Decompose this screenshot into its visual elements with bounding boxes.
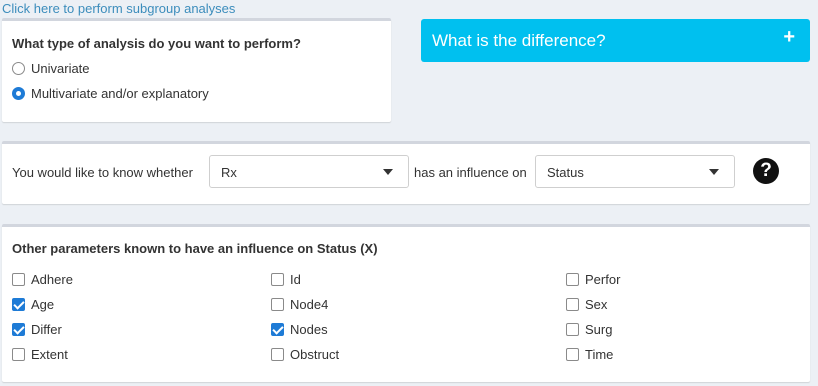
subgroup-analyses-link[interactable]: Click here to perform subgroup analyses <box>2 1 235 16</box>
checkbox-label: Surg <box>585 322 613 337</box>
analysis-type-title: What type of analysis do you want to per… <box>12 36 301 51</box>
exposure-select-value: Rx <box>221 165 237 180</box>
checkbox-node4[interactable]: Node4 <box>271 297 328 312</box>
analysis-type-box: What type of analysis do you want to per… <box>2 18 391 122</box>
checkbox-label: Sex <box>585 297 608 312</box>
chevron-down-icon <box>709 169 719 175</box>
checkbox-age-box[interactable] <box>12 298 25 311</box>
question-middle: has an influence on <box>414 165 527 180</box>
checkbox-label: Extent <box>31 347 68 362</box>
checkbox-extent-box[interactable] <box>12 348 25 361</box>
difference-panel-header[interactable]: What is the difference? + <box>421 19 810 62</box>
checkbox-age[interactable]: Age <box>12 297 54 312</box>
checkbox-label: Obstruct <box>290 347 340 362</box>
checkbox-adhere-box[interactable] <box>12 273 25 286</box>
checkbox-label: Id <box>290 272 301 287</box>
checkbox-label: Age <box>31 297 55 312</box>
checkbox-perfor[interactable]: Perfor <box>566 272 620 287</box>
radio-univariate-label: Univariate <box>31 61 90 76</box>
expand-plus-icon[interactable]: + <box>783 27 795 47</box>
checkbox-differ-box[interactable] <box>12 323 25 336</box>
parameters-box: Other parameters known to have an influe… <box>2 224 810 382</box>
radio-multivariate-control[interactable] <box>12 87 25 100</box>
checkbox-obstruct-box[interactable] <box>271 348 284 361</box>
checkbox-nodes[interactable]: Nodes <box>271 322 328 337</box>
checkbox-time[interactable]: Time <box>566 347 613 362</box>
checkbox-differ[interactable]: Differ <box>12 322 62 337</box>
checkbox-surg[interactable]: Surg <box>566 322 612 337</box>
checkbox-node4-box[interactable] <box>271 298 284 311</box>
difference-panel-title: What is the difference? <box>432 31 606 50</box>
checkbox-label: Differ <box>31 322 62 337</box>
checkbox-time-box[interactable] <box>566 348 579 361</box>
radio-univariate[interactable]: Univariate <box>12 61 90 76</box>
radio-multivariate[interactable]: Multivariate and/or explanatory <box>12 86 209 101</box>
checkbox-id[interactable]: Id <box>271 272 301 287</box>
checkbox-obstruct[interactable]: Obstruct <box>271 347 339 362</box>
checkbox-sex-box[interactable] <box>566 298 579 311</box>
checkbox-id-box[interactable] <box>271 273 284 286</box>
checkbox-surg-box[interactable] <box>566 323 579 336</box>
checkbox-sex[interactable]: Sex <box>566 297 607 312</box>
outcome-select[interactable]: Status <box>535 155 735 188</box>
checkbox-nodes-box[interactable] <box>271 323 284 336</box>
checkbox-perfor-box[interactable] <box>566 273 579 286</box>
checkbox-label: Perfor <box>585 272 621 287</box>
outcome-select-value: Status <box>547 165 584 180</box>
radio-multivariate-label: Multivariate and/or explanatory <box>31 86 209 101</box>
exposure-select[interactable]: Rx <box>209 155 409 188</box>
chevron-down-icon <box>383 169 393 175</box>
checkbox-label: Nodes <box>290 322 328 337</box>
checkbox-label: Adhere <box>31 272 73 287</box>
checkbox-label: Time <box>585 347 614 362</box>
question-prefix: You would like to know whether <box>12 165 193 180</box>
checkbox-adhere[interactable]: Adhere <box>12 272 73 287</box>
radio-univariate-control[interactable] <box>12 62 25 75</box>
checkbox-label: Node4 <box>290 297 329 312</box>
question-box: You would like to know whether Rx has an… <box>2 141 810 204</box>
checkbox-extent[interactable]: Extent <box>12 347 68 362</box>
help-question-icon[interactable]: ? <box>753 158 779 184</box>
parameters-title: Other parameters known to have an influe… <box>12 241 378 256</box>
